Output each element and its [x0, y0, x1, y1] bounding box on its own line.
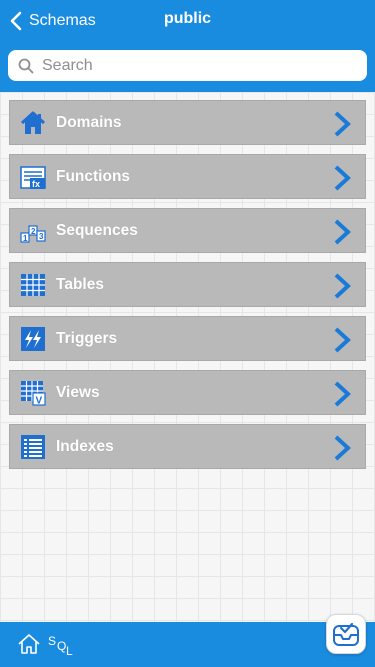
sql-letter-q: Q [57, 639, 67, 653]
app-shortcut-button[interactable] [326, 614, 366, 654]
menu-item-triggers[interactable]: Triggers [9, 316, 366, 361]
chevron-right-icon [334, 165, 351, 191]
table-icon [20, 272, 46, 298]
app-screen: Schemas public Domains [0, 0, 375, 667]
trigger-icon [20, 326, 46, 352]
chevron-right-icon [334, 273, 351, 299]
menu-item-tables[interactable]: Tables [9, 262, 366, 307]
menu-item-views[interactable]: V Views [9, 370, 366, 415]
menu-item-label: Triggers [56, 329, 118, 347]
sql-letter-s: S [48, 634, 57, 648]
menu-item-label: Functions [56, 167, 131, 185]
menu-item-label: Domains [56, 113, 122, 131]
chevron-right-icon [334, 381, 351, 407]
menu-item-label: Views [56, 383, 100, 401]
home-icon [20, 110, 46, 136]
bottom-toolbar: S Q L [0, 622, 375, 667]
page-title: public [163, 10, 212, 27]
chevron-right-icon [334, 327, 351, 353]
sql-button[interactable]: S Q L [48, 634, 74, 658]
chevron-right-icon [334, 435, 351, 461]
search-icon [18, 58, 34, 73]
menu-item-domains[interactable]: Domains [9, 100, 366, 145]
view-icon: V [20, 380, 46, 406]
svg-text:1: 1 [23, 234, 28, 243]
menu-item-indexes[interactable]: Indexes [9, 424, 366, 469]
svg-text:fx: fx [32, 179, 40, 189]
search-input[interactable] [42, 56, 342, 75]
menu-item-label: Tables [56, 275, 104, 293]
index-icon [20, 434, 46, 460]
search-bar[interactable] [8, 50, 367, 81]
function-icon: fx [20, 164, 46, 190]
menu-item-label: Sequences [56, 221, 138, 239]
content-area: Domains fx Functions 1 2 3 Sequences Tab… [0, 92, 375, 622]
svg-text:V: V [36, 395, 43, 406]
svg-text:2: 2 [31, 227, 36, 236]
home-icon[interactable] [17, 633, 41, 655]
inbox-check-icon [333, 622, 359, 646]
chevron-right-icon [334, 111, 351, 137]
sequence-icon: 1 2 3 [20, 218, 46, 244]
chevron-right-icon [334, 219, 351, 245]
svg-text:3: 3 [39, 232, 44, 241]
sql-letter-l: L [66, 644, 73, 658]
menu-item-sequences[interactable]: 1 2 3 Sequences [9, 208, 366, 253]
menu-item-label: Indexes [56, 437, 114, 455]
navigation-header: Schemas public [0, 0, 375, 92]
menu-item-functions[interactable]: fx Functions [9, 154, 366, 199]
